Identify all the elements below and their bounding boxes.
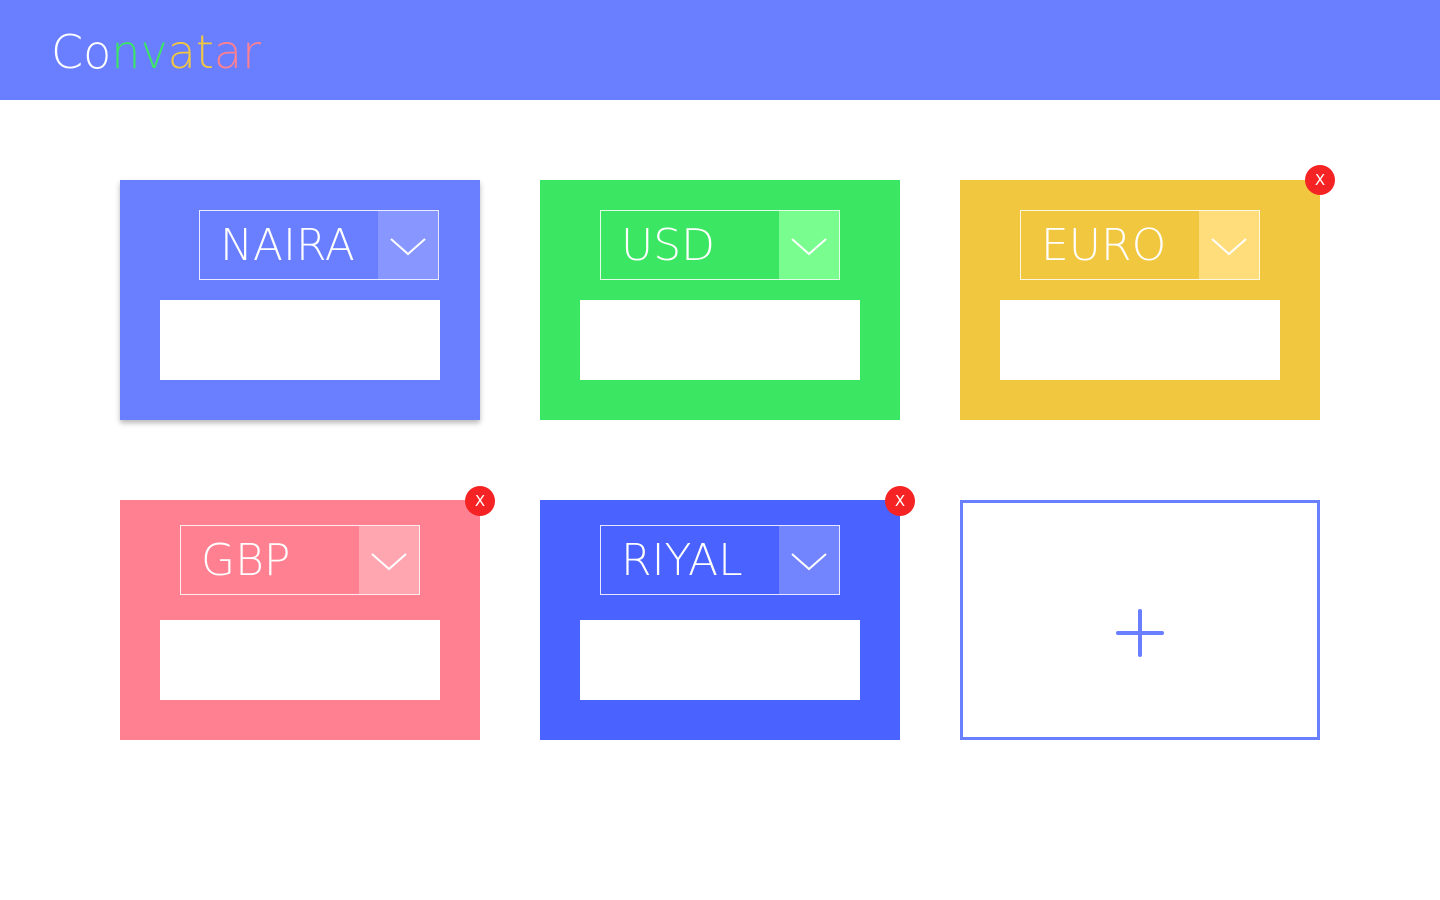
add-currency-card-button[interactable] bbox=[960, 500, 1320, 740]
chevron-down-icon bbox=[791, 553, 827, 571]
logo-letter: r bbox=[242, 25, 262, 79]
remove-card-button[interactable]: X bbox=[1305, 165, 1335, 195]
currency-select-value: EURO bbox=[1041, 220, 1167, 271]
logo-letter: a bbox=[167, 25, 196, 79]
chevron-down-icon bbox=[371, 553, 407, 571]
chevron-down-icon bbox=[791, 238, 827, 256]
dropdown-button[interactable] bbox=[378, 211, 438, 279]
amount-input[interactable] bbox=[1000, 300, 1280, 380]
currency-select-value: NAIRA bbox=[220, 220, 355, 271]
logo-letter: C bbox=[51, 25, 84, 79]
close-icon: X bbox=[474, 492, 486, 510]
amount-input[interactable] bbox=[580, 620, 860, 700]
dropdown-button[interactable] bbox=[1199, 211, 1259, 279]
currency-select-value: USD bbox=[621, 220, 716, 271]
plus-icon bbox=[1116, 609, 1164, 657]
close-icon: X bbox=[894, 492, 906, 510]
dropdown-button[interactable] bbox=[779, 211, 839, 279]
currency-card-euro: EURO bbox=[960, 180, 1320, 420]
remove-card-button[interactable]: X bbox=[885, 486, 915, 516]
currency-select[interactable]: USD bbox=[600, 210, 840, 280]
app-header: Convatar bbox=[0, 0, 1440, 100]
logo-letter: n bbox=[111, 25, 141, 79]
amount-input[interactable] bbox=[160, 620, 440, 700]
logo-letter: o bbox=[83, 25, 112, 79]
currency-card-riyal: RIYAL bbox=[540, 500, 900, 740]
currency-card-gbp: GBP bbox=[120, 500, 480, 740]
logo-letter: v bbox=[140, 25, 168, 79]
currency-select[interactable]: GBP bbox=[180, 525, 420, 595]
chevron-down-icon bbox=[390, 238, 426, 256]
amount-input[interactable] bbox=[580, 300, 860, 380]
logo-letter: t bbox=[195, 25, 214, 79]
currency-select[interactable]: EURO bbox=[1020, 210, 1260, 280]
close-icon: X bbox=[1314, 171, 1326, 189]
dropdown-button[interactable] bbox=[359, 526, 419, 594]
logo-letter: a bbox=[213, 25, 243, 79]
currency-card-naira: NAIRA bbox=[120, 180, 480, 420]
currency-select-value: RIYAL bbox=[621, 535, 743, 586]
remove-card-button[interactable]: X bbox=[465, 486, 495, 516]
currency-select[interactable]: NAIRA bbox=[199, 210, 439, 280]
dropdown-button[interactable] bbox=[779, 526, 839, 594]
currency-card-usd: USD bbox=[540, 180, 900, 420]
chevron-down-icon bbox=[1211, 238, 1247, 256]
currency-select[interactable]: RIYAL bbox=[600, 525, 840, 595]
app-logo: Convatar bbox=[51, 24, 261, 80]
currency-select-value: GBP bbox=[201, 535, 291, 586]
amount-input[interactable] bbox=[160, 300, 440, 380]
